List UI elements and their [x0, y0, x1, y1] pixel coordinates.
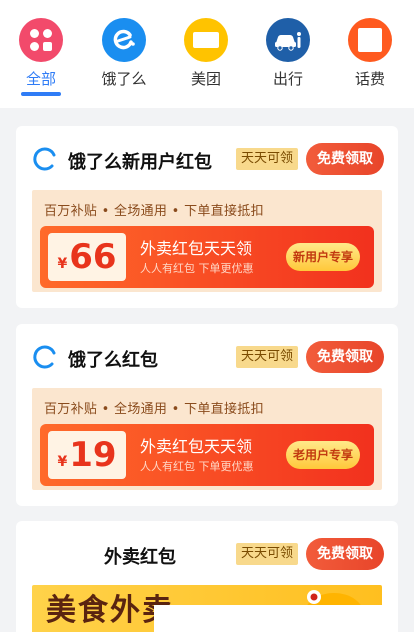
- coupon-title: 外卖红包天天领: [140, 239, 253, 258]
- daily-tag: 天天可领: [236, 543, 299, 565]
- tab-meituan[interactable]: 美团: [171, 18, 241, 89]
- banner-subtitle: 百万补贴 • 全场通用 • 下单直接抵扣: [44, 204, 264, 219]
- card-header: 饿了么新用户红包 天天可领 免费领取: [16, 126, 398, 188]
- grid-icon: [19, 18, 63, 62]
- coupon-ticket: ¥ 66 外卖红包天天领 人人有红包 下单更优惠 新用户专享: [40, 226, 374, 288]
- coupon-subtitle: 人人有红包 下单更优惠: [140, 262, 254, 275]
- tab-all-label: 全部: [25, 70, 56, 88]
- coupon-title: 外卖红包天天领: [140, 437, 253, 456]
- car-icon: [266, 18, 310, 62]
- currency-symbol: ¥: [57, 454, 68, 470]
- tab-travel-label: 出行: [272, 70, 303, 88]
- coupon-user-tag: 新用户专享: [286, 243, 360, 271]
- coupon-amount: 19: [69, 435, 117, 475]
- coupon-amount-box: ¥ 66: [48, 233, 126, 281]
- tab-phone-bill[interactable]: 话费: [335, 18, 405, 89]
- coupon-card: 饿了么红包 天天可领 免费领取 百万补贴 • 全场通用 • 下单直接抵扣 ¥ 1…: [16, 324, 398, 506]
- banner-subtitle: 百万补贴 • 全场通用 • 下单直接抵扣: [44, 402, 264, 417]
- coupon-subtitle: 人人有红包 下单更优惠: [140, 460, 254, 473]
- meituan-icon: [184, 18, 228, 62]
- eleme-icon: [102, 18, 146, 62]
- tab-eleme[interactable]: 饿了么: [89, 18, 159, 89]
- coupon-ticket: ¥ 19 外卖红包天天领 人人有红包 下单更优惠 老用户专享: [40, 424, 374, 486]
- card-header: 外卖红包 天天可领 免费领取: [16, 521, 398, 583]
- coupon-amount: 66: [69, 237, 117, 277]
- claim-button[interactable]: 免费领取: [306, 341, 384, 373]
- card-header: 饿了么红包 天天可领 免费领取: [16, 324, 398, 386]
- card-title: 饿了么红包: [68, 350, 158, 371]
- daily-tag: 天天可领: [236, 346, 299, 368]
- tab-meituan-label: 美团: [190, 70, 221, 88]
- category-nav: 全部 饿了么 美团 出行 话费: [0, 0, 414, 108]
- coupon-card: 外卖红包 天天可领 免费领取 美食外卖: [16, 521, 398, 632]
- card-title: 外卖红包: [104, 547, 176, 568]
- tab-all[interactable]: 全部: [6, 18, 76, 96]
- active-tab-indicator: [21, 92, 61, 96]
- tab-eleme-label: 饿了么: [101, 70, 147, 88]
- currency-symbol: ¥: [57, 256, 68, 272]
- card-title: 饿了么新用户红包: [68, 152, 212, 173]
- coupon-user-tag: 老用户专享: [286, 441, 360, 469]
- daily-tag: 天天可领: [236, 148, 299, 170]
- claim-button[interactable]: 免费领取: [306, 143, 384, 175]
- food-delivery-banner[interactable]: 美食外卖: [32, 585, 382, 632]
- eleme-logo-icon: [33, 147, 56, 171]
- claim-button[interactable]: 免费领取: [306, 538, 384, 570]
- tab-phone-bill-label: 话费: [354, 70, 385, 88]
- tab-travel[interactable]: 出行: [253, 18, 323, 89]
- coupon-amount-box: ¥ 19: [48, 431, 126, 479]
- coupon-card: 饿了么新用户红包 天天可领 免费领取 百万补贴 • 全场通用 • 下单直接抵扣 …: [16, 126, 398, 308]
- eleme-logo-icon: [33, 345, 56, 369]
- coupon-banner[interactable]: 百万补贴 • 全场通用 • 下单直接抵扣 ¥ 66 外卖红包天天领 人人有红包 …: [32, 190, 382, 292]
- coupon-banner[interactable]: 百万补贴 • 全场通用 • 下单直接抵扣 ¥ 19 外卖红包天天领 人人有红包 …: [32, 388, 382, 490]
- banner-overlay: [154, 605, 382, 632]
- phone-bill-icon: [348, 18, 392, 62]
